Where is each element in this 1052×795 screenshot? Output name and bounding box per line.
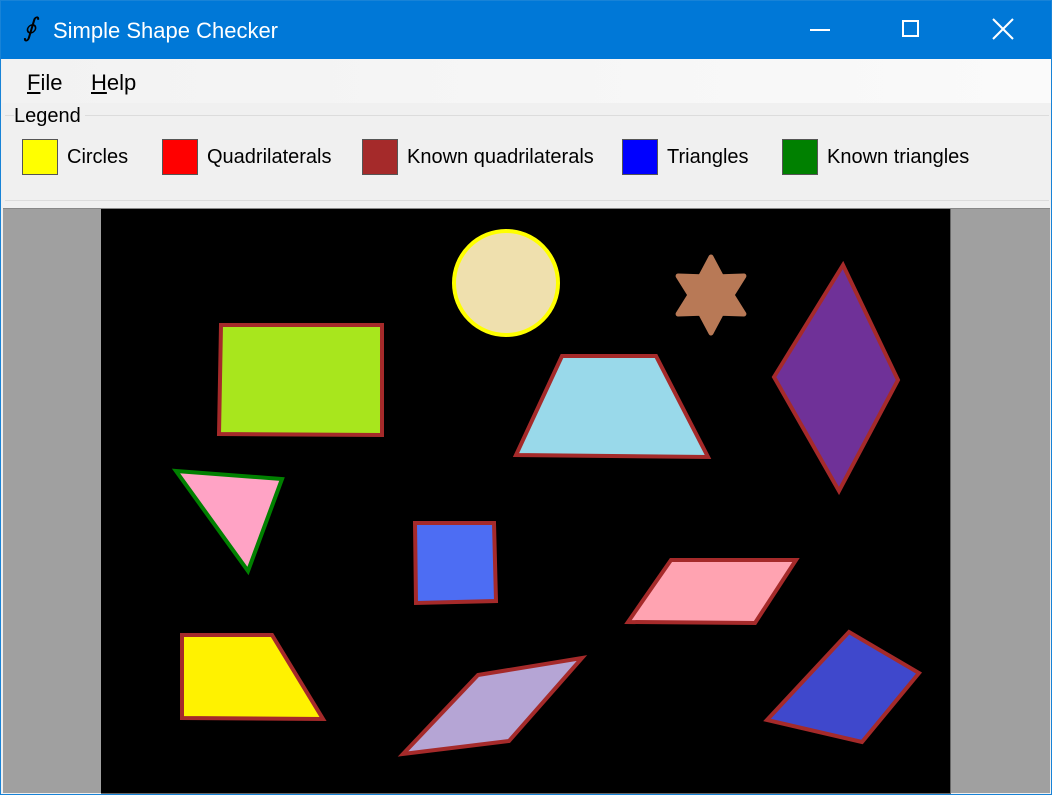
legend-label: Quadrilaterals bbox=[207, 146, 332, 168]
menu-help-accel: H bbox=[91, 70, 107, 95]
circle-shape bbox=[452, 229, 560, 337]
legend-label: Known quadrilaterals bbox=[407, 146, 594, 168]
shape-drawing bbox=[171, 229, 923, 757]
integral-icon: ∮ bbox=[23, 13, 37, 43]
lavender-parallelogram-shape bbox=[397, 655, 588, 757]
green-rectangle-shape bbox=[216, 323, 384, 438]
close-button[interactable] bbox=[957, 1, 1049, 59]
trapezoid-shape bbox=[512, 354, 712, 460]
legend-title: Legend bbox=[14, 105, 85, 128]
blue-square-shape bbox=[412, 521, 499, 606]
menu-file[interactable]: File bbox=[27, 70, 62, 96]
legend-label: Known triangles bbox=[827, 146, 970, 168]
legend-label: Triangles bbox=[667, 146, 749, 168]
legend-swatch bbox=[162, 139, 198, 175]
blue-rhombus-shape bbox=[763, 629, 923, 745]
close-icon bbox=[992, 18, 1014, 40]
legend-swatch bbox=[362, 139, 398, 175]
pink-triangle-shape bbox=[171, 468, 285, 576]
yellow-trapezoid-shape bbox=[180, 633, 327, 722]
window-title: Simple Shape Checker bbox=[53, 18, 279, 43]
title-bar[interactable]: ∮ Simple Shape Checker bbox=[1, 1, 1051, 59]
menu-help-label: elp bbox=[106, 70, 137, 95]
menu-file-accel: F bbox=[27, 70, 41, 95]
app-window: ∮ Simple Shape Checker File Help Legend … bbox=[0, 0, 1052, 795]
legend-swatch bbox=[622, 139, 658, 175]
shape-canvas[interactable] bbox=[101, 209, 951, 794]
maximize-button[interactable] bbox=[865, 1, 957, 59]
menu-file-label: ile bbox=[40, 70, 63, 95]
pink-parallelogram-shape bbox=[624, 558, 800, 626]
maximize-icon bbox=[902, 20, 919, 37]
canvas-viewport bbox=[3, 208, 1050, 794]
menu-bar: File Help bbox=[2, 59, 1051, 103]
purple-rhombus-shape bbox=[771, 260, 901, 496]
star-shape bbox=[675, 254, 747, 336]
menu-help[interactable]: Help bbox=[91, 70, 136, 96]
legend-label: Circles bbox=[67, 146, 129, 168]
legend-swatch bbox=[782, 139, 818, 175]
legend-group: Legend Circles Quadrilaterals Known quad… bbox=[5, 105, 1049, 201]
minimize-button[interactable] bbox=[773, 1, 865, 59]
minimize-icon bbox=[810, 29, 830, 31]
legend-swatch bbox=[22, 139, 58, 175]
